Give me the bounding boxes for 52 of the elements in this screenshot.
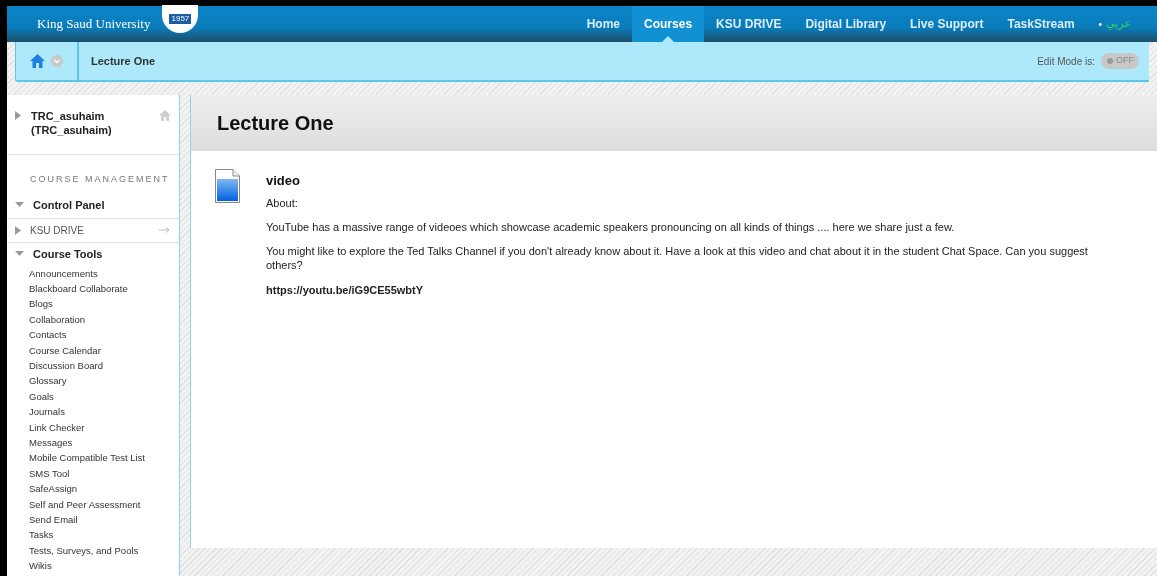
sidebar-section[interactable]: KSU DRIVE: [30, 222, 84, 238]
badge-year: 1957: [169, 14, 192, 24]
expand-arrow-icon[interactable]: [15, 111, 21, 120]
sidebar-section[interactable]: Course Tools: [33, 245, 103, 263]
sidebar-item[interactable]: Messages: [29, 434, 73, 451]
home-icon[interactable]: [159, 110, 171, 121]
sidebar-item[interactable]: Blogs: [29, 296, 53, 312]
item-description: You might like to explore the Ted Talks Channel if you don't already know about it. Have a look at this video and chat about it in the student Chat Space. Can you suggest others?: [266, 243, 1089, 272]
nav-tab[interactable]: Digital Library: [793, 6, 899, 42]
nav-tab[interactable]: Live Support: [898, 6, 996, 42]
arrow-icon: [159, 227, 170, 233]
expand-arrow-icon[interactable]: [15, 225, 21, 235]
sidebar-item[interactable]: Contacts: [29, 327, 67, 343]
sidebar-item[interactable]: Announcements: [29, 265, 98, 281]
collapse-arrow-icon[interactable]: [15, 249, 24, 259]
nav-tab[interactable]: KSU DRIVE: [704, 6, 794, 42]
document-icon: [215, 169, 240, 203]
sidebar-item[interactable]: Wikis: [29, 558, 52, 574]
sidebar-item[interactable]: Blackboard Collaborate: [29, 280, 128, 297]
dropdown-icon[interactable]: [51, 55, 63, 67]
video-link[interactable]: https://youtu.be/iG9CE55wbtY: [266, 281, 424, 298]
sidebar-item[interactable]: Link Checker: [29, 419, 85, 435]
sidebar-item[interactable]: Mobile Compatible Test List: [29, 450, 145, 466]
sidebar-section[interactable]: Control Panel: [33, 197, 105, 214]
sidebar-item[interactable]: Collaboration: [29, 311, 85, 328]
item-description: About:: [266, 195, 299, 210]
bullet: •: [1098, 17, 1103, 32]
sidebar-item[interactable]: Send Email: [29, 512, 78, 528]
collapse-arrow-icon[interactable]: [15, 201, 24, 210]
edit-mode-label: Edit Mode is:: [1037, 54, 1095, 69]
sidebar-item[interactable]: Goals: [29, 388, 54, 405]
sidebar-item[interactable]: Glossary: [29, 373, 67, 389]
item-description: YouTube has a massive range of videoes which showcase academic speakers pronouncing on all kinds of things .... here we share just a few.: [266, 219, 956, 234]
breadcrumb-current: Lecture One: [91, 53, 156, 69]
nav-tab[interactable]: Home: [574, 6, 633, 42]
section-heading: COURSE MANAGEMENT: [30, 173, 171, 186]
home-icon[interactable]: [30, 54, 45, 68]
sidebar-item[interactable]: Course Calendar: [29, 342, 101, 358]
sidebar-item[interactable]: Self and Peer Assessment: [29, 496, 141, 512]
item-title[interactable]: video: [266, 171, 1127, 191]
page-title: Lecture One: [217, 111, 334, 136]
sidebar-item[interactable]: SafeAssign: [29, 481, 78, 497]
course-link[interactable]: TRC_asuhaim (TRC_asuhaim): [31, 109, 131, 137]
nav-tab[interactable]: TaskStream: [995, 6, 1087, 42]
sidebar-item[interactable]: Tests, Surveys, and Pools: [29, 542, 139, 559]
nav-tab[interactable]: Courses: [632, 6, 705, 42]
sidebar-item[interactable]: Journals: [29, 404, 65, 420]
site-name: King Saud University: [37, 15, 151, 34]
sidebar-item[interactable]: Discussion Board: [29, 357, 103, 374]
sidebar-item[interactable]: SMS Tool: [29, 465, 70, 482]
toggle-knob-icon: [1106, 57, 1114, 65]
sidebar-item[interactable]: Tasks: [29, 527, 54, 543]
